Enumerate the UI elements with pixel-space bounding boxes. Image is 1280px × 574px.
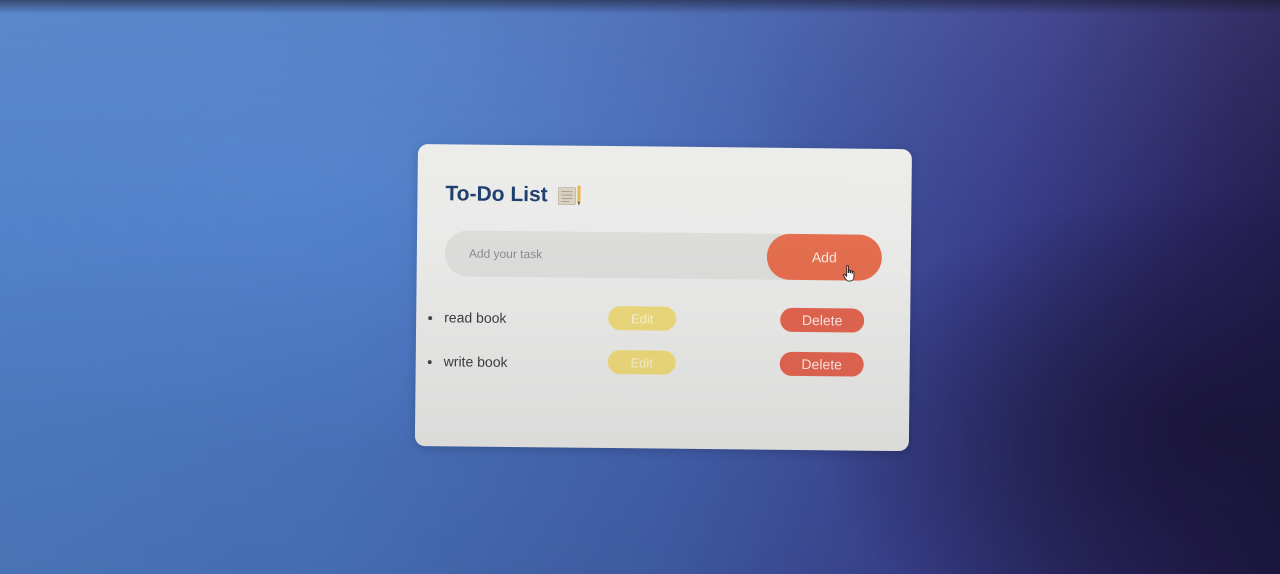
delete-button[interactable]: Delete bbox=[779, 351, 864, 377]
title-row: To-Do List bbox=[445, 182, 581, 207]
task-item: write book Edit Delete bbox=[427, 348, 887, 397]
app-title: To-Do List bbox=[445, 182, 548, 207]
edit-button[interactable]: Edit bbox=[608, 306, 677, 331]
task-list: read book Edit Delete write book Edit De… bbox=[427, 304, 888, 397]
hand-pointer-icon bbox=[843, 264, 857, 282]
task-text: write book bbox=[443, 353, 508, 370]
add-button[interactable]: Add bbox=[766, 233, 883, 281]
notepad-icon bbox=[558, 184, 581, 206]
bullet bbox=[427, 360, 432, 365]
bullet bbox=[428, 316, 433, 321]
delete-button[interactable]: Delete bbox=[780, 307, 865, 333]
screen-bezel-shadow bbox=[0, 0, 1280, 14]
task-input[interactable] bbox=[444, 230, 786, 280]
edit-button[interactable]: Edit bbox=[607, 349, 676, 375]
todo-card: To-Do List Add read book Edit bbox=[414, 144, 912, 452]
task-item: read book Edit Delete bbox=[428, 304, 888, 353]
add-task-row: Add bbox=[444, 230, 883, 282]
task-text: read book bbox=[444, 309, 507, 326]
